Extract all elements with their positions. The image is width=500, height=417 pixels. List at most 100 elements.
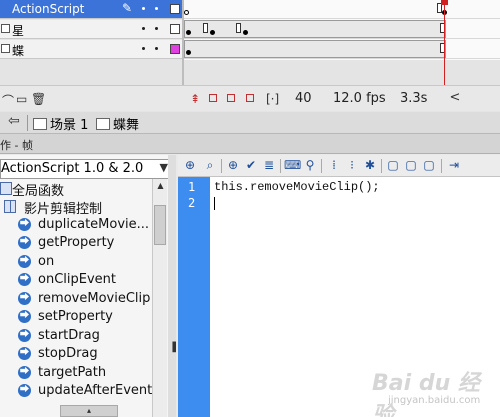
edit-bar: ⇦ 场景 1 蝶舞 bbox=[0, 112, 500, 134]
frame-span[interactable] bbox=[184, 40, 446, 58]
line-number: 1 bbox=[188, 180, 196, 194]
book-icon bbox=[0, 182, 12, 195]
layer-icon bbox=[1, 44, 10, 53]
action-icon: ⮕ bbox=[18, 292, 31, 305]
scroll-left-button[interactable]: < bbox=[446, 87, 464, 109]
frame-grid[interactable] bbox=[184, 0, 500, 60]
frame-row[interactable] bbox=[184, 0, 500, 19]
collapse-arrow-icon[interactable]: ▐ bbox=[169, 343, 176, 353]
actions-panel-title-bar[interactable]: 作 - 帧 bbox=[0, 134, 500, 154]
panel-splitter[interactable]: ▐ bbox=[168, 155, 176, 417]
action-tree: 全局函数 影片剪辑控制 ⮕ duplicateMovie... ⮕ getPro… bbox=[0, 179, 152, 417]
lock-dot-icon[interactable] bbox=[155, 47, 158, 50]
timeline-panel: ActionScript ✎ 星 蝶 ⌒ ▭ 🗑 ⇞ [·] 40 12.0 f… bbox=[0, 0, 500, 112]
layer-row-star[interactable]: 星 bbox=[0, 20, 183, 39]
keyframe[interactable] bbox=[210, 30, 215, 35]
add-folder-icon[interactable]: ▭ bbox=[16, 92, 27, 106]
action-icon: ⮕ bbox=[18, 236, 31, 249]
remove-comment-icon[interactable]: ▢ bbox=[421, 157, 437, 174]
horizontal-scroll-grip[interactable]: ▴ bbox=[60, 405, 118, 417]
expand-all-icon[interactable]: ✱ bbox=[362, 157, 378, 174]
action-icon: ⮕ bbox=[18, 273, 31, 286]
symbol-icon bbox=[96, 118, 110, 130]
keyframe[interactable] bbox=[243, 30, 248, 35]
collapse-selection-icon[interactable]: ⁝ bbox=[344, 157, 360, 174]
text-caret bbox=[214, 197, 215, 210]
current-frame: 40 bbox=[295, 91, 312, 106]
watermark-logo: Bai du 经验 bbox=[372, 371, 480, 417]
apply-block-comment-icon[interactable]: ▢ bbox=[385, 157, 401, 174]
chevron-down-icon[interactable]: ▼ bbox=[160, 161, 168, 174]
line-number-gutter: 1 2 bbox=[178, 177, 210, 417]
center-frame-icon[interactable]: ⇞ bbox=[190, 92, 200, 106]
show-hide-toolbox-icon[interactable]: ⇥ bbox=[446, 157, 462, 174]
keyframe[interactable] bbox=[186, 30, 191, 35]
layer-row-actionscript[interactable]: ActionScript ✎ bbox=[0, 0, 183, 19]
pencil-icon: ✎ bbox=[122, 1, 133, 15]
scroll-up-icon[interactable]: ▲ bbox=[153, 179, 168, 193]
lock-dot-icon[interactable] bbox=[155, 7, 158, 10]
visibility-dot-icon[interactable] bbox=[142, 47, 145, 50]
toolbox-scrollbar[interactable]: ▲ bbox=[152, 179, 167, 417]
frame-row[interactable] bbox=[184, 40, 500, 59]
script-toolbar: ⊕ ⌕ ⊕ ✔ ≣ ⌨ ⚲ ⁞ ⁝ ✱ ▢ ▢ ▢ ⇥ bbox=[178, 155, 500, 177]
breadcrumb-symbol[interactable]: 蝶舞 bbox=[96, 114, 139, 133]
check-syntax-icon[interactable]: ✔ bbox=[243, 157, 259, 174]
frame-span[interactable] bbox=[184, 20, 446, 38]
actions-toolbox: ActionScript 1.0 & 2.0 ▼ 全局函数 影片剪辑控制 ⮕ d… bbox=[0, 155, 176, 417]
keyframe[interactable] bbox=[184, 10, 189, 15]
keyframe-marker[interactable] bbox=[236, 23, 241, 33]
add-item-icon[interactable]: ⊕ bbox=[182, 157, 198, 174]
keyframe[interactable] bbox=[186, 50, 191, 55]
scroll-thumb[interactable] bbox=[154, 205, 166, 245]
layer-name: 星 bbox=[12, 24, 25, 38]
divider bbox=[27, 115, 28, 131]
edit-multiple-frames-icon[interactable] bbox=[246, 94, 254, 102]
toolbar-separator bbox=[280, 159, 281, 173]
layer-name: ActionScript bbox=[12, 2, 85, 16]
timeline-status-bar: ⌒ ▭ 🗑 ⇞ [·] 40 12.0 fps 3.3s bbox=[0, 85, 500, 111]
elapsed-time: 3.3s bbox=[400, 91, 428, 106]
delete-layer-icon[interactable]: 🗑 bbox=[31, 92, 46, 106]
outline-color-box[interactable] bbox=[170, 24, 180, 34]
visibility-dot-icon[interactable] bbox=[142, 7, 145, 10]
modify-markers-icon[interactable]: [·] bbox=[266, 92, 279, 106]
playhead[interactable] bbox=[444, 0, 445, 92]
select-value: ActionScript 1.0 & 2.0 bbox=[1, 161, 144, 176]
target-path-icon[interactable]: ⊕ bbox=[225, 157, 241, 174]
line-number: 2 bbox=[188, 196, 196, 210]
action-icon: ⮕ bbox=[18, 366, 31, 379]
toolbar-separator bbox=[321, 159, 322, 173]
layer-name: 蝶 bbox=[12, 44, 25, 58]
code-hint-icon[interactable]: ⌨ bbox=[284, 157, 301, 174]
action-icon: ⮕ bbox=[18, 310, 31, 323]
layer-icon bbox=[1, 24, 10, 33]
add-layer-icon[interactable]: ⌒ bbox=[2, 92, 14, 109]
toolbar-separator bbox=[381, 159, 382, 173]
outline-color-box[interactable] bbox=[170, 4, 180, 14]
breadcrumb-scene[interactable]: 场景 1 bbox=[33, 114, 88, 133]
onion-skin-icon[interactable] bbox=[209, 94, 217, 102]
code-line[interactable]: this.removeMovieClip(); bbox=[214, 180, 380, 194]
collapse-between-braces-icon[interactable]: ⁞ bbox=[326, 157, 342, 174]
layer-row-butterfly[interactable]: 蝶 bbox=[0, 40, 183, 59]
back-arrow-icon[interactable]: ⇦ bbox=[8, 113, 20, 129]
toolbar-separator bbox=[221, 159, 222, 173]
outline-color-box[interactable] bbox=[170, 44, 180, 54]
action-icon: ⮕ bbox=[18, 329, 31, 342]
action-icon: ⮕ bbox=[18, 255, 31, 268]
onion-outline-icon[interactable] bbox=[227, 94, 235, 102]
toolbar-separator bbox=[441, 159, 442, 173]
actionscript-version-select[interactable]: ActionScript 1.0 & 2.0 ▼ bbox=[0, 159, 172, 179]
debug-options-icon[interactable]: ⚲ bbox=[302, 157, 318, 174]
watermark: Bai du 经验 jingyan.baidu.com bbox=[372, 365, 498, 417]
auto-format-icon[interactable]: ≣ bbox=[261, 157, 277, 174]
visibility-dot-icon[interactable] bbox=[142, 27, 145, 30]
action-icon: ⮕ bbox=[18, 218, 31, 231]
keyframe-marker[interactable] bbox=[203, 23, 208, 33]
panel-title: 作 - 帧 bbox=[0, 139, 33, 152]
frame-row[interactable] bbox=[184, 20, 500, 39]
find-icon[interactable]: ⌕ bbox=[202, 157, 218, 174]
apply-line-comment-icon[interactable]: ▢ bbox=[403, 157, 419, 174]
lock-dot-icon[interactable] bbox=[155, 27, 158, 30]
